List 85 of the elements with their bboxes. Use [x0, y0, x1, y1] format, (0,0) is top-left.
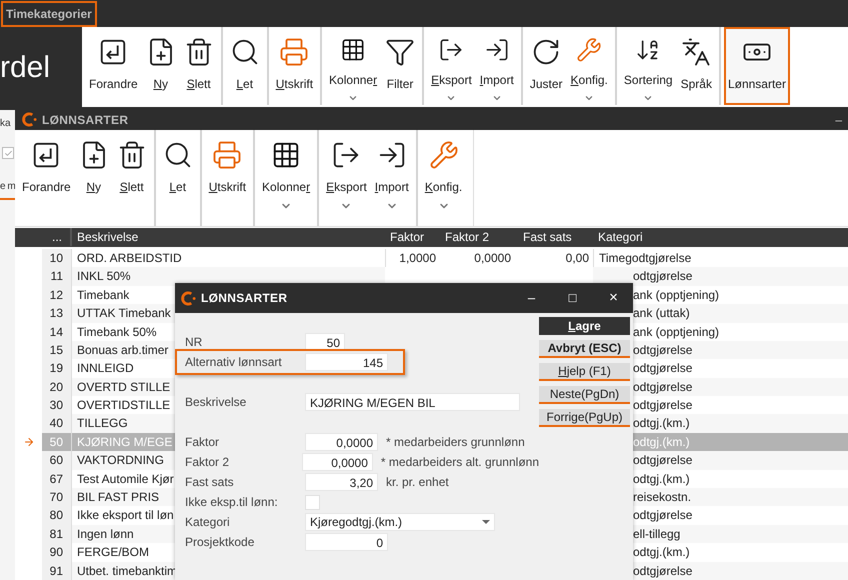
field-note: kr. pr. enhet	[386, 474, 449, 491]
printer-icon	[212, 140, 242, 170]
minimize-button[interactable]: –	[524, 288, 539, 308]
dialog-button[interactable]: Neste(PgDn)	[539, 386, 630, 404]
input-field[interactable]: KJØRING M/EGEN BIL	[305, 393, 520, 411]
table-cell: 12	[42, 286, 72, 304]
logo-text: rdel	[0, 50, 50, 86]
table-cell: 91	[42, 562, 72, 580]
table-cell: 13	[42, 304, 72, 323]
app-title: Timekategorier	[1, 0, 97, 26]
toolbar-button[interactable]: Juster	[526, 27, 567, 105]
checkbox[interactable]	[305, 494, 320, 510]
toolbar-button[interactable]: Utskrift	[204, 130, 250, 226]
toolbar-button[interactable]: Ny	[142, 27, 180, 105]
table-cell: 90	[42, 543, 72, 562]
toolbar-button[interactable]: Ny	[74, 130, 113, 226]
label-text: e m	[0, 180, 16, 194]
tools-icon	[428, 140, 459, 170]
input-field[interactable]: 0,0000	[305, 433, 378, 451]
caret-icon	[482, 520, 490, 524]
column-header[interactable]: Faktor 2	[440, 228, 515, 246]
table-cell: odtgjørelse	[593, 267, 848, 286]
label-text: ka	[0, 117, 11, 131]
table-cell: 11	[42, 267, 72, 286]
maximize-button[interactable]: □	[565, 288, 580, 308]
dialog-button[interactable]: Avbryt (ESC)	[539, 340, 630, 358]
table-cell: 81	[42, 524, 72, 544]
toolbar-button[interactable]: Let	[226, 27, 264, 105]
table-cell: 14	[42, 322, 72, 341]
table-cell: 50	[42, 432, 72, 452]
table-cell: 20	[42, 378, 72, 396]
input-field[interactable]: 3,20	[305, 473, 378, 491]
table-cell: 60	[42, 451, 72, 470]
column-header[interactable]: Fast sats	[515, 228, 593, 246]
table-cell: 10	[42, 248, 72, 268]
table-cell: 80	[42, 506, 72, 525]
toolbar-button[interactable]: Utskrift	[272, 27, 318, 105]
toolbar-button[interactable]: Eksport	[427, 27, 476, 105]
dialog-title: LØNNSARTER	[201, 290, 288, 307]
table-cell: 40	[42, 414, 72, 433]
table-cell: Timegodtgjørelse	[593, 248, 848, 268]
window-title: LØNNSARTER	[42, 112, 128, 129]
column-header[interactable]: Beskrivelse	[72, 228, 385, 246]
logo-icon	[22, 112, 37, 128]
dialog-button[interactable]: Hjelp (F1)	[539, 363, 630, 381]
minimize-button[interactable]: –	[835, 110, 842, 129]
field-note: * medarbeiders grunnlønn	[386, 434, 525, 451]
toolbar-button[interactable]: Eksport	[322, 130, 371, 226]
toolbar-button[interactable]: Konfig.	[566, 27, 612, 105]
toolbar-button[interactable]: Forandre	[18, 130, 75, 226]
logo-icon	[181, 290, 196, 306]
input-field[interactable]: 0	[305, 533, 388, 551]
dialog-button[interactable]: Forrige(PgUp)	[539, 409, 630, 427]
toolbar-button[interactable]: Let	[158, 130, 197, 226]
toolbar-button[interactable]: Forandre	[85, 27, 142, 105]
toolbar-button[interactable]: Kolonner	[325, 27, 382, 105]
toolbar-button[interactable]: Sortering	[620, 27, 677, 105]
filter-icon	[385, 37, 416, 67]
toolbar-button[interactable]: Kolonner	[258, 130, 314, 226]
input-field[interactable]: 145	[305, 353, 388, 371]
field-label: Faktor	[185, 434, 220, 451]
dropdown[interactable]: Kjøregodtgj.(km.)	[305, 513, 495, 531]
toolbar-button[interactable]: Filter	[381, 27, 420, 105]
toolbar-button[interactable]: Slett	[180, 27, 218, 105]
table-cell: 30	[42, 396, 72, 414]
table-cell: 19	[42, 359, 72, 378]
column-header[interactable]: ...	[15, 228, 72, 246]
toolbar-button[interactable]: Lønnsarter	[724, 27, 790, 105]
toolbar-button[interactable]: Import	[370, 130, 413, 226]
toolbar-button[interactable]: Konfig.	[420, 130, 466, 226]
field-label: Faktor 2	[185, 454, 230, 471]
input-field[interactable]: 0,0000	[302, 453, 373, 471]
translate-icon	[681, 37, 712, 67]
dialog-button[interactable]: Lagre	[539, 317, 630, 335]
toolbar-button[interactable]: Import	[476, 27, 518, 105]
printer-icon	[279, 37, 310, 67]
field-label: Beskrivelse	[185, 394, 248, 411]
toolbar-button[interactable]: Slett	[112, 130, 151, 226]
field-label: Fast sats	[185, 474, 235, 491]
table-cell: 15	[42, 340, 72, 360]
toolbar-button[interactable]: Språk	[676, 27, 716, 105]
table-cell: 67	[42, 470, 72, 488]
column-header[interactable]: Kategori	[593, 228, 848, 246]
table-cell: 70	[42, 488, 72, 506]
column-header[interactable]: Faktor	[385, 228, 440, 246]
